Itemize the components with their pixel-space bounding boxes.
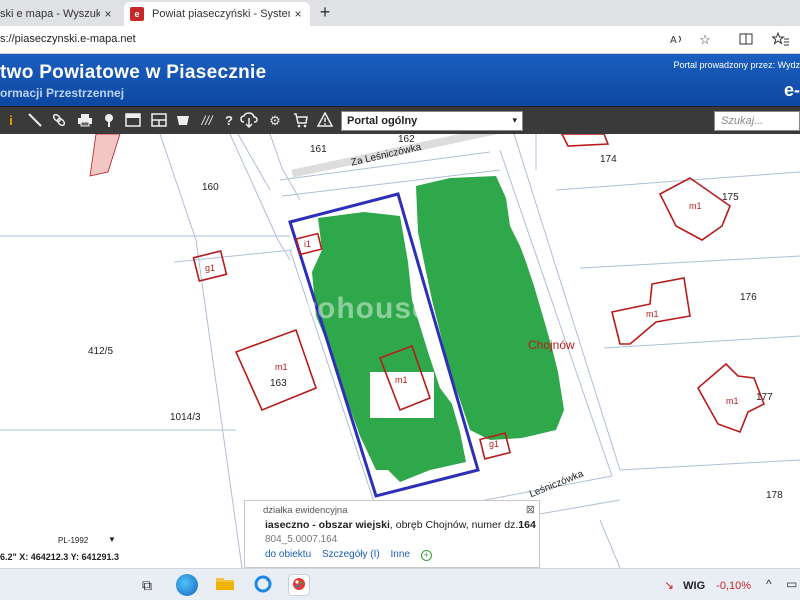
- pin-icon[interactable]: [100, 112, 118, 130]
- edge-browser-icon[interactable]: [176, 574, 198, 596]
- stock-change: -0,10%: [716, 580, 752, 592]
- other-link[interactable]: Inne: [391, 549, 410, 560]
- popup-number: 164: [518, 519, 536, 531]
- address-bar: s://piaseczynski.e-mapa.net A ☆: [0, 26, 800, 54]
- link-icon[interactable]: [50, 112, 68, 130]
- details-link[interactable]: Szczegóły (I): [322, 549, 380, 560]
- layout-icon[interactable]: [150, 112, 168, 130]
- stock-widget[interactable]: ↘ WIG -0,10%: [664, 578, 751, 592]
- windows-taskbar: ⧉ ↘ WIG -0,10% ^ ▭: [0, 568, 800, 600]
- stock-ticker: WIG: [683, 580, 706, 592]
- road-left: [89, 134, 121, 177]
- paint-app-icon[interactable]: [288, 574, 310, 596]
- add-icon[interactable]: +: [420, 550, 432, 561]
- site-header: two Powiatowe w Piasecznie ormacji Przes…: [0, 54, 800, 106]
- map-toolbar: i /// ? ⚙ Portal ogólny ▾ Szukaj...: [0, 106, 800, 134]
- task-view-icon[interactable]: ⧉: [136, 574, 158, 596]
- site-favicon-icon: e: [130, 7, 144, 21]
- popup-close-icon[interactable]: ⊠: [526, 503, 535, 516]
- new-tab-button[interactable]: +: [316, 3, 334, 23]
- settings-gear-icon[interactable]: ⚙: [266, 112, 284, 130]
- building-label: g1: [489, 439, 500, 449]
- site-title: two Powiatowe w Piasecznie: [0, 62, 267, 83]
- file-explorer-icon[interactable]: [214, 574, 236, 596]
- cloud-download-icon[interactable]: [240, 112, 258, 130]
- browser-tab-strip: ski e mapa - Wyszukaj × e Powiat piasecz…: [0, 0, 800, 26]
- info-tool-icon[interactable]: i: [2, 112, 20, 130]
- trend-down-icon: ↘: [664, 578, 675, 592]
- print-icon[interactable]: [76, 112, 94, 130]
- url-field[interactable]: s://piaseczynski.e-mapa.net: [0, 33, 136, 45]
- parcel-label: 174: [600, 154, 617, 165]
- parcel-label: 412/5: [88, 346, 114, 357]
- watermark: metrohouse: [248, 292, 430, 325]
- help-icon[interactable]: ?: [220, 112, 238, 130]
- building-label: m1: [726, 396, 739, 406]
- browser-tab-powiat[interactable]: e Powiat piaseczyński - System Info ×: [124, 2, 310, 26]
- building-label: i1: [304, 239, 312, 249]
- chevron-down-icon: ▾: [512, 115, 517, 125]
- parcel-label: 163: [270, 378, 287, 389]
- building-label: g1: [205, 263, 216, 273]
- site-brand-logo: e-: [783, 80, 800, 100]
- popup-name: iaseczno - obszar wiejski: [265, 519, 390, 531]
- layers-icon[interactable]: [174, 112, 192, 130]
- cart-icon[interactable]: [292, 112, 310, 130]
- tray-chevron-icon[interactable]: ^: [766, 577, 772, 591]
- popup-rest: , obręb Chojnów, numer dz.: [389, 519, 519, 531]
- parcel-label: 176: [740, 292, 757, 303]
- parcel-label: 1014/3: [170, 412, 201, 423]
- site-subtitle: ormacji Przestrzennej: [0, 86, 125, 100]
- tab-title: Powiat piaseczyński - System Info: [152, 8, 290, 20]
- building-label: m1: [275, 362, 288, 372]
- zoom-to-object-link[interactable]: do obiektu: [265, 549, 311, 560]
- svg-text:A: A: [670, 35, 677, 46]
- parcel-label: 160: [202, 182, 219, 193]
- building-label: m1: [689, 201, 702, 211]
- sync-app-icon[interactable]: [252, 574, 274, 596]
- building-label: m1: [395, 375, 408, 385]
- close-tab-icon[interactable]: ×: [290, 7, 306, 21]
- popup-description: iaseczno - obszar wiejski, obręb Chojnów…: [265, 519, 536, 531]
- tab-title: ski e mapa - Wyszukaj: [0, 8, 100, 20]
- building-label: m1: [646, 309, 659, 319]
- browser-tab-search[interactable]: ski e mapa - Wyszukaj ×: [0, 2, 120, 26]
- coordinate-readout: 6.2" X: 464212.3 Y: 641291.3: [0, 552, 120, 562]
- parcel-label: 175: [722, 192, 739, 203]
- network-icon[interactable]: ▭: [786, 577, 797, 591]
- parcel-label: 177: [756, 392, 773, 403]
- place-label: Chojnów: [528, 338, 575, 352]
- popup-title: działka ewidencyjna: [263, 505, 348, 516]
- warning-icon[interactable]: [316, 111, 334, 130]
- crs-select[interactable]: PL-1992 ▼: [58, 535, 116, 545]
- popup-links: do obiektu Szczegóły (I) Inne +: [265, 549, 440, 561]
- coordinate-panel: PL-1992 ▼ 6.2" X: 464212.3 Y: 641291.3: [0, 534, 150, 568]
- favorites-icon[interactable]: [771, 31, 790, 49]
- window-icon[interactable]: [124, 112, 142, 130]
- chevron-down-icon: ▼: [108, 535, 116, 544]
- crs-value: PL-1992: [58, 536, 89, 545]
- parcel-label: 161: [310, 144, 327, 155]
- read-aloud-icon[interactable]: A: [668, 31, 686, 49]
- measure-line-icon[interactable]: [26, 112, 44, 130]
- close-tab-icon[interactable]: ×: [100, 7, 116, 21]
- maintainer-text: Portal prowadzony przez: Wydz: [673, 60, 800, 70]
- popup-parcel-id: 804_5.0007.164: [265, 534, 338, 545]
- portal-select[interactable]: Portal ogólny ▾: [341, 111, 523, 131]
- portal-select-value: Portal ogólny: [347, 115, 418, 127]
- split-screen-icon[interactable]: [737, 31, 755, 49]
- parcel-label: 178: [766, 490, 783, 501]
- parcel-info-popup: działka ewidencyjna ⊠ iaseczno - obszar …: [244, 500, 540, 568]
- search-input[interactable]: Szukaj...: [714, 111, 800, 131]
- hatch-icon[interactable]: ///: [198, 112, 216, 130]
- favorite-star-icon[interactable]: ☆: [696, 31, 714, 49]
